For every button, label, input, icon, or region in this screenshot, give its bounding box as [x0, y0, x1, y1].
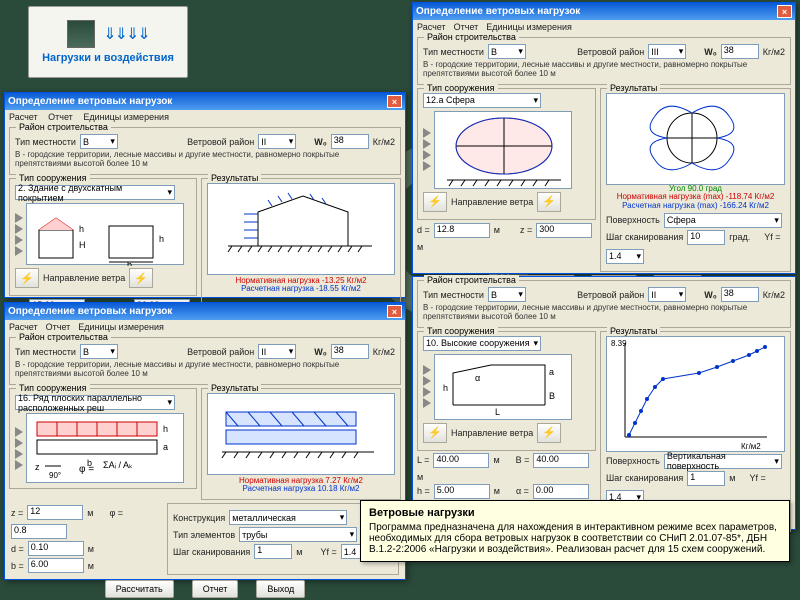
svg-text:ΣAᵢ / Aₖ: ΣAᵢ / Aₖ — [103, 460, 133, 470]
chart-pane: 8.39 Кг/м2 — [606, 336, 785, 452]
svg-text:90°: 90° — [49, 471, 61, 480]
svg-text:Кг/м2: Кг/м2 — [741, 442, 761, 451]
windzone-select[interactable]: II — [258, 134, 296, 149]
svg-text:a: a — [163, 442, 168, 452]
help-tooltip: Ветровые нагрузки Программа предназначен… — [360, 500, 790, 562]
schematic-pane: ha b z 90° φ = ΣAᵢ / Aₖ — [26, 413, 184, 483]
svg-text:φ =: φ = — [79, 464, 94, 475]
nav-icon[interactable] — [15, 246, 23, 256]
menu-calc[interactable]: Расчет — [9, 112, 38, 122]
svg-text:h: h — [163, 424, 168, 434]
report-button[interactable]: Отчет — [192, 580, 239, 598]
calc-button[interactable]: Рассчитать — [105, 580, 174, 598]
svg-text:H: H — [79, 240, 86, 250]
svg-text:L: L — [495, 407, 500, 417]
result-pane — [207, 393, 395, 475]
app-badge: ⇓⇓⇓⇓ Нагрузки и воздействия — [28, 6, 188, 78]
window-title: Определение ветровых нагрузок — [416, 6, 580, 17]
schematic-pane: hH hb — [26, 203, 184, 265]
svg-text:h: h — [79, 224, 84, 234]
svg-text:b: b — [127, 260, 132, 266]
menu-report[interactable]: Отчет — [48, 112, 73, 122]
svg-text:z: z — [35, 462, 40, 472]
close-icon[interactable]: × — [387, 95, 402, 108]
svg-text:h: h — [443, 383, 448, 393]
nav-icon[interactable] — [15, 224, 23, 234]
nav-icon[interactable] — [15, 235, 23, 245]
exit-button[interactable]: Выход — [256, 580, 305, 598]
arrows-icon: ⇓⇓⇓⇓ — [103, 24, 149, 44]
svg-text:α: α — [475, 373, 480, 383]
svg-text:a: a — [549, 367, 554, 377]
struct-select[interactable]: 16. Ряд плоских параллельно расположенны… — [15, 395, 175, 410]
wind-right-button[interactable]: ⚡ — [129, 268, 153, 288]
nav-icon[interactable] — [15, 213, 23, 223]
window-title: Определение ветровых нагрузок — [8, 306, 172, 317]
w0-input[interactable]: 38 — [331, 134, 369, 149]
struct-select[interactable]: 2. Здание с двухскатным покрытием — [15, 185, 175, 200]
svg-text:B: B — [549, 391, 555, 401]
result-pane — [207, 183, 395, 275]
menu-units[interactable]: Единицы измерения — [83, 112, 169, 122]
close-icon[interactable]: × — [777, 5, 792, 18]
window-title: Определение ветровых нагрузок — [8, 96, 172, 107]
wind-left-button[interactable]: ⚡ — [15, 268, 39, 288]
app-title: Нагрузки и воздействия — [42, 52, 174, 64]
terrain-select[interactable]: B — [80, 134, 118, 149]
close-icon[interactable]: × — [387, 305, 402, 318]
app-logo — [67, 20, 95, 48]
svg-text:h: h — [159, 234, 164, 244]
